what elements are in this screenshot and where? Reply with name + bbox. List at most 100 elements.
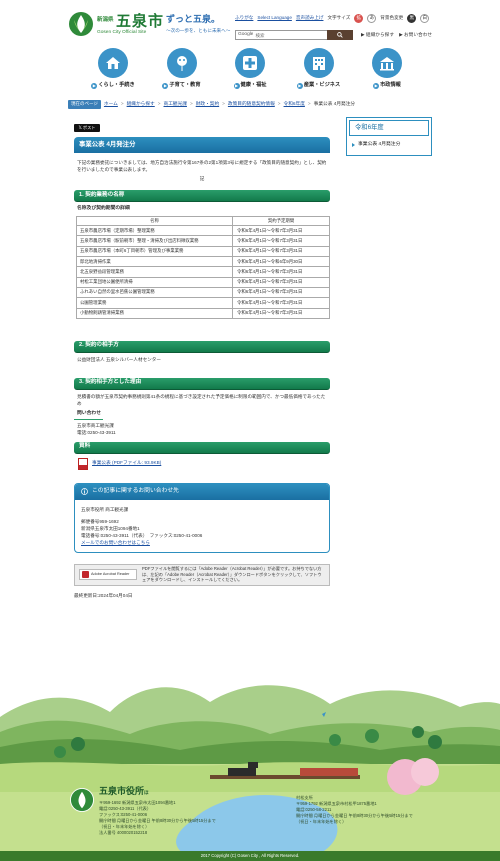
building-icon [303, 48, 334, 78]
footer-landscape-illustration [0, 672, 500, 861]
breadcrumb-contracts[interactable]: 政策目的随意契約情報 [228, 101, 275, 108]
contracts-table: 名称 契約予定期間 五泉市農店市場（定期市場）整理業務 令和6年4月1日～令和7年… [76, 216, 330, 319]
font-size-large-button[interactable]: 拡 [354, 13, 364, 23]
adobe-reader-download-button[interactable]: Adobe Acrobat Reader [79, 569, 137, 580]
contact-dept: 五泉市役所 商工観光課 [81, 506, 129, 512]
footer-office-name: 五泉市役所ほ [99, 787, 149, 797]
search-input[interactable] [253, 31, 324, 39]
table-row: 邸北地清掃作業 令和6年4月1日～令和6年9月30日 [76, 256, 330, 268]
balloon-icon [166, 48, 197, 78]
logo-english: Gosen City Official Site [97, 30, 147, 35]
table-header-row: 名称 契約予定期間 [76, 216, 330, 227]
breadcrumb-badge: 現在のページ [68, 100, 101, 109]
bg-color-label: 背景色変更 [380, 14, 404, 20]
font-size-label: 文字サイズ [327, 14, 351, 20]
city-logo-icon[interactable] [68, 11, 94, 37]
inquiry-tel: 電話:0250-43-3911 [77, 429, 116, 435]
page-title: 事業公表 4月発注分 [74, 137, 330, 153]
contact-form-link[interactable]: メールでのお問い合わせはこちら [81, 539, 323, 546]
pdf-file-icon [78, 457, 88, 470]
pdf-download: 事業公表 (PDFファイル: 93.9KB) [74, 457, 330, 470]
section-contract-name-heading: 1. 契約業務の名称 [74, 190, 330, 203]
nav-city-info[interactable]: ▶ 市政情報 [356, 48, 418, 96]
slogan: ずっと五泉。 [166, 15, 221, 25]
city-hall-icon [372, 48, 402, 78]
x-share-button[interactable]: 𝕏 ポスト [74, 124, 100, 132]
nav-business[interactable]: ▶ 産業・ビジネス [288, 48, 350, 96]
adobe-reader-text: PDFファイルを閲覧するには「Adobe Reader（Acrobat Read… [142, 566, 322, 583]
last-updated: 最終更新日:2024年04月04日 [74, 592, 133, 598]
table-row: 五泉市農店市場（定期市場）整理業務 令和6年4月1日～令和7年3月31日 [76, 225, 330, 237]
section-reason-heading: 3. 契約相手方とした理由 [74, 377, 330, 390]
breadcrumb-dept[interactable]: 商工観光課 [164, 101, 187, 108]
section-materials-heading: 資料 [74, 441, 330, 454]
logo-prefecture: 新潟県 [97, 17, 114, 23]
site-header: 新潟県 五泉市 Gosen City Official Site ずっと五泉。 … [0, 0, 500, 100]
table-row: 五泉市農店市場（駅前朝市）整理・清掃及び出店料徴収業務 令和6年4月1日～令和7年… [76, 235, 330, 247]
breadcrumb: 現在のページ ホーム > 組織から探す > 商工観光課 > 財政・契約 > 政策… [68, 100, 432, 109]
category-nav: ▶ くらし・手続き ▶ 子育て・教育 ▶ 健康・福祉 ▶ 産業・ビジネス ▶ 市… [82, 48, 418, 96]
house-icon [98, 48, 128, 78]
section-counterparty-heading: 2. 契約の相手方 [74, 340, 330, 353]
breadcrumb-home[interactable]: ホーム [104, 101, 118, 108]
utility-bar: ふりがな Select Language 音声読み上げ 文字サイズ 拡 あ 背景… [235, 13, 430, 23]
language-link[interactable]: Select Language [257, 15, 291, 21]
contact-phone: 電話番号:0250-43-3911（代表） ファックス:0250-41-0006 [81, 532, 203, 538]
arrow-right-icon [352, 143, 355, 147]
font-size-reset-button[interactable]: あ [367, 13, 377, 23]
inquiry-link[interactable]: ▶ お問い合わせ [399, 32, 432, 39]
nav-childcare[interactable]: ▶ 子育て・教育 [151, 48, 213, 96]
medical-cross-icon [235, 48, 265, 78]
contact-box: この記事に関するお問い合わせ先 五泉市役所 商工観光課 郵便番号959-1692… [74, 482, 330, 553]
main-content: 𝕏 ポスト 事業公表 4月発注分 下記の業務委託についきましては、地方自治法施行… [74, 124, 330, 599]
contact-zip: 郵便番号959-1692 [81, 518, 119, 524]
breadcrumb-finance[interactable]: 財政・契約 [196, 101, 219, 108]
table-row: 公園管理業務 令和6年4月1日～令和7年3月31日 [76, 297, 330, 309]
footer-branch-info: 村松支所 〒959-1792 新潟県五泉市村松甲1875番地1 電話:0250-… [296, 795, 413, 824]
bg-dark-button[interactable]: 黒 [407, 13, 417, 23]
search-engine-logo: Google [238, 31, 254, 37]
copyright: 2017 Copyright (C) Gosen City , All Righ… [0, 851, 500, 861]
contact-body: 五泉市役所 商工観光課 郵便番号959-1692 新潟県五泉市太田1094番地1… [75, 500, 329, 552]
column-header-name: 名称 [76, 216, 233, 227]
inquiry-dept: 五泉市商工観光課 [77, 422, 114, 428]
table-row: 小動物飼鶏管清掃業務 令和6年4月1日～令和7年3月31日 [76, 307, 330, 319]
side-nav-title[interactable]: 令和6年度 [349, 120, 429, 136]
slogan-sub: 〜次の一歩を、ともに未来へ〜 [166, 28, 231, 33]
adobe-reader-box: Adobe Acrobat Reader PDFファイルを閲覧するには「Adob… [74, 563, 330, 586]
table-row: 村松工業団地公園便所清掃 令和6年4月1日～令和7年3月31日 [76, 276, 330, 288]
footer-logo-icon [70, 788, 94, 812]
search-button[interactable] [327, 30, 353, 40]
nav-health[interactable]: ▶ 健康・福祉 [219, 48, 281, 96]
table-row: 五泉市農店市場（本町6丁目朝市）管理及び事業業務 令和6年4月1日～令和7年3月3… [76, 245, 330, 258]
bg-default-button[interactable]: 白 [420, 13, 430, 23]
contact-address: 新潟県五泉市太田1094番地1 [81, 525, 140, 531]
reason-text: 見積書の額が五泉市契約事務規則第41条の規程に基づき設定された予定価格に制限の範… [77, 393, 326, 406]
side-nav-item[interactable]: 事業公表 4月発注分 [349, 139, 429, 151]
column-header-period: 契約予定期間 [232, 216, 330, 227]
search-icon [337, 32, 343, 38]
logo-city-name[interactable]: 五泉市 [116, 11, 164, 32]
site-footer: 五泉市役所ほ 〒959-1692 新潟県五泉市太田1094番地1 電話:0250… [0, 672, 500, 861]
table-row: 北五泉野益段管理業務 令和6年4月1日～令和7年3月31日 [76, 266, 330, 278]
section-subheading: 名称及び契約期間の詳細 [77, 206, 130, 212]
org-search-link[interactable]: ▶ 組織から探す [361, 32, 394, 39]
inquiry-heading: 問い合わせ [74, 411, 103, 420]
side-nav: 令和6年度 事業公表 4月発注分 [346, 117, 432, 156]
breadcrumb-org[interactable]: 組織から探す [127, 101, 155, 108]
header-links: ▶ 組織から探す ▶ お問い合わせ [361, 32, 432, 39]
counterparty-text: 公益財団法人 五泉シルバー人材センター [77, 356, 161, 362]
furigana-link[interactable]: ふりがな [235, 15, 253, 21]
adobe-icon [82, 571, 89, 578]
read-aloud-link[interactable]: 音声読み上げ [296, 15, 324, 21]
table-row: ふれあい自然の里水芭蕉公園管理業務 令和6年4月1日～令和7年3月31日 [76, 286, 330, 299]
page: 新潟県 五泉市 Gosen City Official Site ずっと五泉。 … [0, 0, 500, 861]
nav-living[interactable]: ▶ くらし・手続き [82, 48, 144, 96]
info-icon [81, 488, 88, 495]
contact-heading: この記事に関するお問い合わせ先 [75, 483, 329, 500]
pdf-download-link[interactable]: 事業公表 (PDFファイル: 93.9KB) [92, 460, 161, 467]
footer-office-info: 〒959-1692 新潟県五泉市太田1094番地1 電話:0250-43-391… [99, 800, 216, 835]
breadcrumb-current: 事業公表 4月発注分 [313, 101, 356, 107]
intro-text: 下記の業務委託についきましては、地方自治法施行令第167条の2第1項第3号に規定… [77, 160, 327, 172]
breadcrumb-year[interactable]: 令和6年度 [284, 101, 305, 108]
